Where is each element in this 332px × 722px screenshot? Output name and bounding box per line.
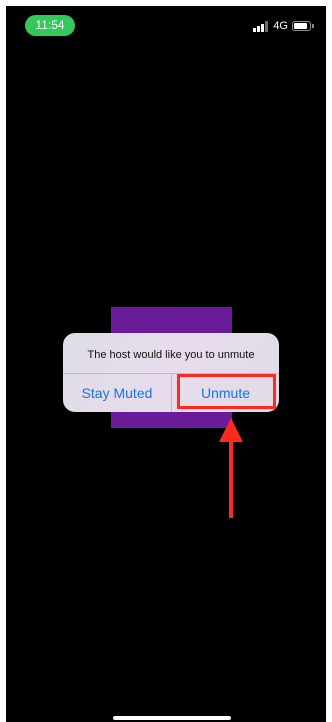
signal-icon bbox=[253, 20, 269, 32]
status-indicators: 4G bbox=[253, 20, 314, 32]
battery-level bbox=[294, 22, 307, 29]
home-indicator[interactable] bbox=[113, 716, 231, 720]
stay-muted-button[interactable]: Stay Muted bbox=[63, 374, 171, 412]
arrow-up-icon bbox=[219, 418, 243, 518]
status-time[interactable]: 11:54 bbox=[25, 15, 75, 36]
network-type: 4G bbox=[273, 20, 288, 32]
status-bar: 11:54 4G bbox=[6, 6, 326, 40]
phone-screen: 11:54 4G The host would like you to unmu… bbox=[6, 6, 326, 722]
battery-icon bbox=[292, 20, 314, 32]
annotation-highlight-box bbox=[177, 374, 276, 409]
dialog-message: The host would like you to unmute bbox=[87, 349, 255, 361]
